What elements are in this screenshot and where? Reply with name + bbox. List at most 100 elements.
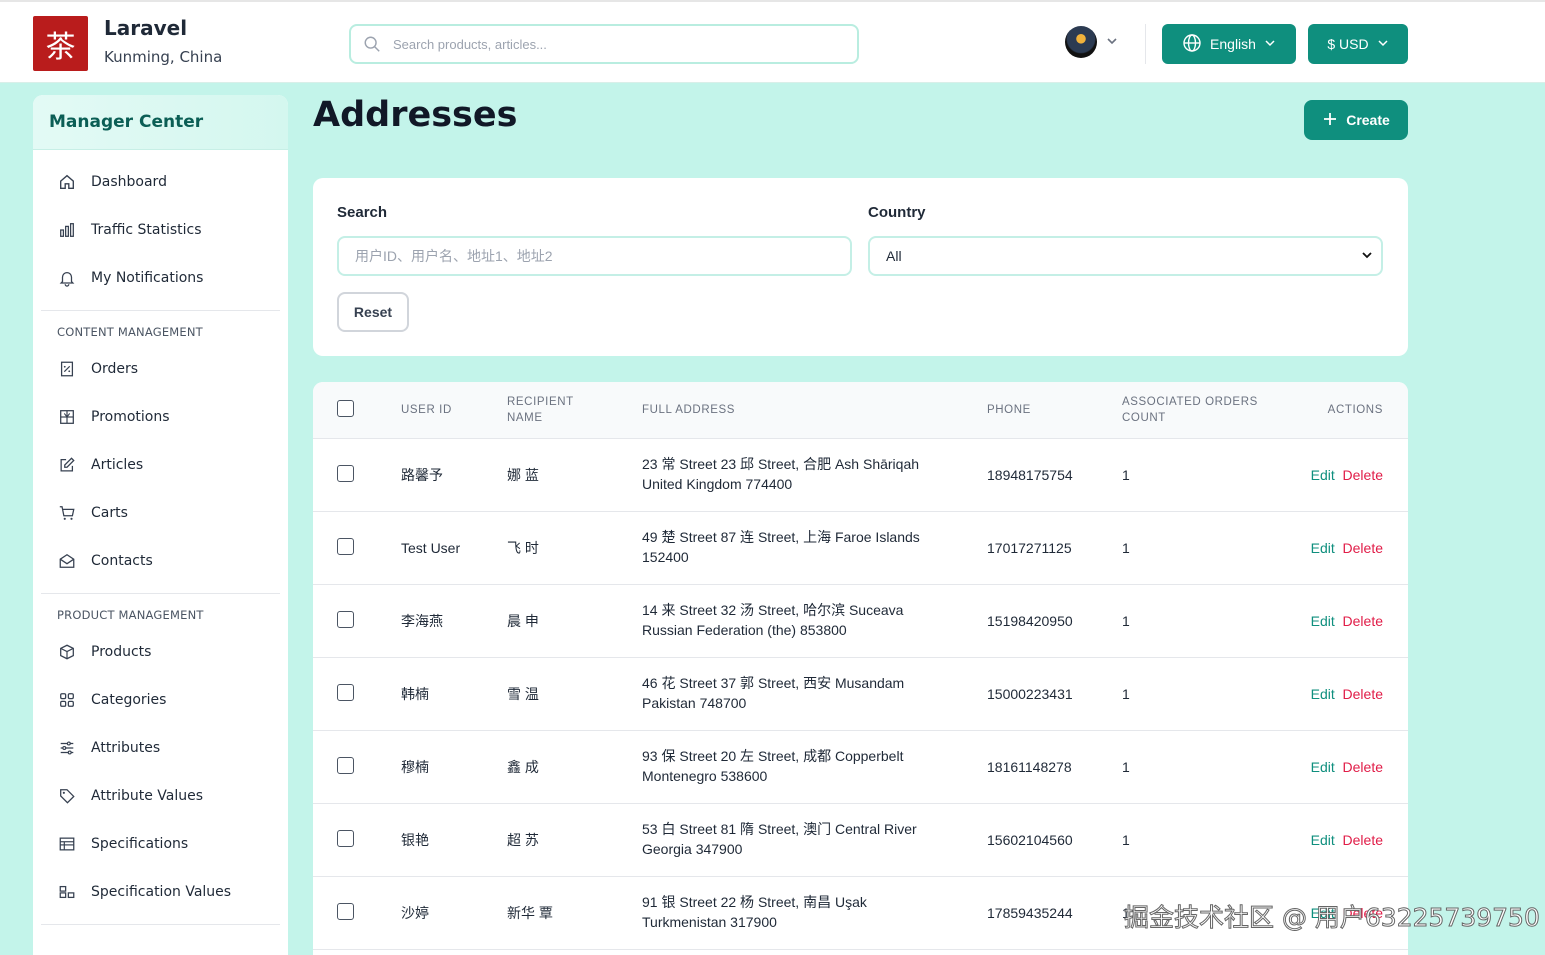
- cell-recipient: 晨 申: [507, 613, 539, 629]
- cell-user: 沙婷: [401, 905, 429, 921]
- row-checkbox[interactable]: [337, 830, 354, 847]
- row-checkbox[interactable]: [337, 538, 354, 555]
- row-checkbox[interactable]: [337, 611, 354, 628]
- cell-recipient: 鑫 成: [507, 759, 539, 775]
- edit-link[interactable]: Edit: [1311, 467, 1335, 483]
- address-line-2: Russian Federation (the) 853800: [642, 622, 847, 638]
- address-line-2: United Kingdom 774400: [642, 476, 793, 492]
- top-bar: 茶 Laravel Kunming, China English $ USD: [0, 0, 1545, 83]
- language-label: English: [1210, 36, 1256, 52]
- delete-link[interactable]: Delete: [1343, 540, 1383, 556]
- address-line-1: 91 银 Street 22 杨 Street, 南昌 Uşak: [642, 894, 867, 910]
- sidebar-item-contacts[interactable]: Contacts: [33, 537, 288, 585]
- create-button[interactable]: Create: [1304, 100, 1408, 140]
- edit-link[interactable]: Edit: [1311, 832, 1335, 848]
- cell-actions: Edit Delete: [1311, 684, 1383, 704]
- edit-link[interactable]: Edit: [1311, 540, 1335, 556]
- cell-orders-count: 1: [1122, 613, 1130, 629]
- plus-icon: [1322, 111, 1338, 130]
- cell-recipient: 娜 蓝: [507, 467, 539, 483]
- sidebar-item-promotions[interactable]: Promotions: [33, 393, 288, 441]
- row-checkbox[interactable]: [337, 465, 354, 482]
- sidebar-item-carts[interactable]: Carts: [33, 489, 288, 537]
- sidebar-title: Manager Center: [33, 95, 288, 150]
- sidebar-item-dashboard[interactable]: Dashboard: [33, 158, 288, 206]
- chevron-down-icon[interactable]: [1105, 33, 1119, 52]
- address-line-2: 152400: [642, 549, 689, 565]
- table-icon: [57, 834, 77, 854]
- table-row: 韩楠 雪 温 46 花 Street 37 郭 Street, 西安 Musan…: [313, 658, 1408, 731]
- search-input[interactable]: [355, 248, 850, 264]
- sidebar-item-my-notifications[interactable]: My Notifications: [33, 254, 288, 302]
- sidebar-item-specification-values[interactable]: Specification Values: [33, 868, 288, 916]
- edit-icon: [57, 455, 77, 475]
- sidebar-item-traffic-statistics[interactable]: Traffic Statistics: [33, 206, 288, 254]
- brand-name: Laravel: [104, 16, 188, 40]
- sidebar-item-articles[interactable]: Articles: [33, 441, 288, 489]
- cell-phone: 18948175754: [987, 467, 1073, 483]
- col-actions: ACTIONS: [1327, 404, 1383, 416]
- search-label: Search: [337, 204, 388, 221]
- section-content-management: CONTENT MANAGEMENT: [57, 325, 203, 339]
- cell-actions: Edit Delete: [1311, 465, 1383, 485]
- delete-link[interactable]: Delete: [1343, 832, 1383, 848]
- col-recipient-name[interactable]: RECIPIENT NAME: [507, 394, 574, 426]
- table-row: 路馨予 娜 蓝 23 常 Street 23 邱 Street, 合肥 Ash …: [313, 439, 1408, 512]
- delete-link[interactable]: Delete: [1343, 613, 1383, 629]
- language-button[interactable]: English: [1162, 24, 1296, 64]
- global-search[interactable]: [349, 24, 859, 64]
- reset-button[interactable]: Reset: [337, 292, 409, 332]
- sidebar-item-specifications[interactable]: Specifications: [33, 820, 288, 868]
- sidebar-divider: [41, 924, 280, 925]
- sidebar-item-attribute-values[interactable]: Attribute Values: [33, 772, 288, 820]
- edit-link[interactable]: Edit: [1311, 613, 1335, 629]
- box-icon: [57, 642, 77, 662]
- cell-address: 23 常 Street 23 邱 Street, 合肥 Ash Shāriqah…: [642, 454, 942, 494]
- sidebar-item-products[interactable]: Products: [33, 628, 288, 676]
- cell-orders-count: 1: [1122, 686, 1130, 702]
- sidebar-item-label: Contacts: [91, 553, 153, 569]
- tag-icon: [57, 786, 77, 806]
- gift-icon: [57, 407, 77, 427]
- address-line-2: Montenegro 538600: [642, 768, 768, 784]
- delete-link[interactable]: Delete: [1343, 467, 1383, 483]
- sliders-icon: [57, 738, 77, 758]
- address-line-2: Pakistan 748700: [642, 695, 747, 711]
- address-line-1: 53 白 Street 81 隋 Street, 澳门 Central Rive…: [642, 821, 917, 837]
- col-orders-count[interactable]: ASSOCIATED ORDERS COUNT: [1122, 394, 1258, 426]
- sidebar-item-categories[interactable]: Categories: [33, 676, 288, 724]
- row-checkbox[interactable]: [337, 903, 354, 920]
- logo[interactable]: 茶: [33, 16, 88, 71]
- sidebar-item-label: Specification Values: [91, 884, 232, 900]
- edit-link[interactable]: Edit: [1311, 686, 1335, 702]
- table-header: USER ID RECIPIENT NAME FULL ADDRESS PHON…: [313, 382, 1408, 439]
- delete-link[interactable]: Delete: [1343, 759, 1383, 775]
- sidebar-item-label: Specifications: [91, 836, 189, 852]
- select-all-checkbox[interactable]: [337, 400, 354, 417]
- edit-link[interactable]: Edit: [1311, 759, 1335, 775]
- header-divider: [1145, 24, 1146, 64]
- global-search-input[interactable]: [393, 36, 857, 52]
- col-user-id[interactable]: USER ID: [401, 402, 452, 418]
- cell-actions: Edit Delete: [1311, 830, 1383, 850]
- sidebar-item-orders[interactable]: Orders: [33, 345, 288, 393]
- cell-actions: Edit Delete: [1311, 611, 1383, 631]
- currency-button[interactable]: $ USD: [1308, 24, 1408, 64]
- sidebar-item-attributes[interactable]: Attributes: [33, 724, 288, 772]
- table-row: 李海燕 晨 申 14 来 Street 32 汤 Street, 哈尔滨 Suc…: [313, 585, 1408, 658]
- cart-icon: [57, 503, 77, 523]
- address-line-1: 23 常 Street 23 邱 Street, 合肥 Ash Shāriqah: [642, 456, 920, 472]
- row-checkbox[interactable]: [337, 684, 354, 701]
- delete-link[interactable]: Delete: [1343, 686, 1383, 702]
- col-phone[interactable]: PHONE: [987, 402, 1031, 418]
- country-select[interactable]: All: [868, 236, 1383, 276]
- cell-phone: 15602104560: [987, 832, 1073, 848]
- address-line-2: Georgia 347900: [642, 841, 743, 857]
- table-row: 穆楠 鑫 成 93 保 Street 20 左 Street, 成都 Coppe…: [313, 731, 1408, 804]
- row-checkbox[interactable]: [337, 757, 354, 774]
- avatar[interactable]: [1065, 26, 1097, 58]
- search-field[interactable]: [337, 236, 852, 276]
- col-orders-line2: COUNT: [1122, 412, 1166, 424]
- receipt-icon: [57, 359, 77, 379]
- col-full-address[interactable]: FULL ADDRESS: [642, 402, 735, 418]
